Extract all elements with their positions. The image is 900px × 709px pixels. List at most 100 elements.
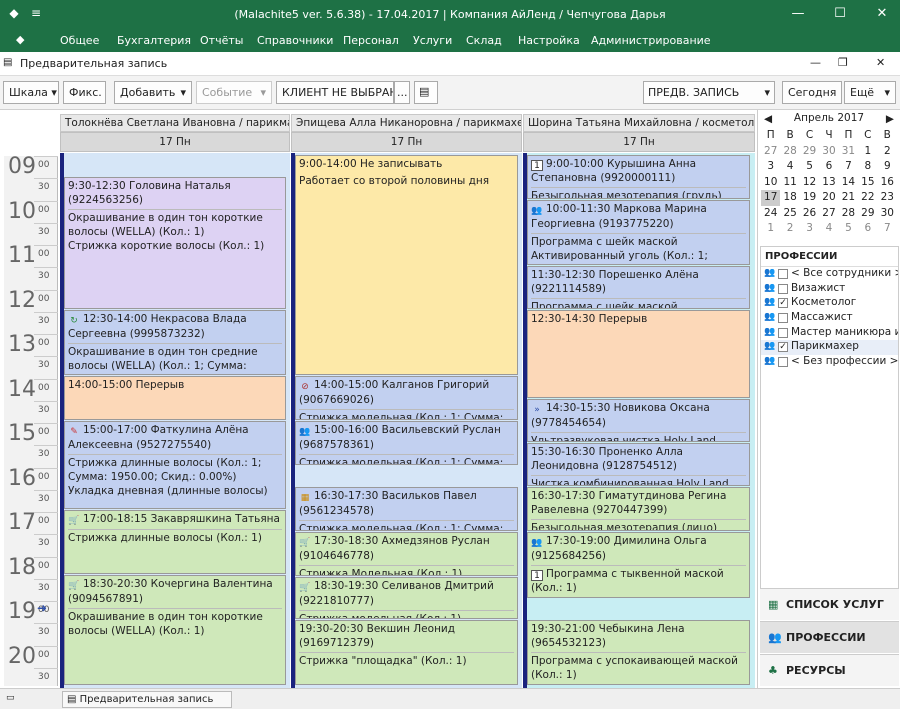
appointment[interactable]: 👥 15:00-16:00 Васильевский Руслан (968757… (295, 421, 518, 465)
calendar-day[interactable]: 19 (800, 190, 819, 206)
appointment[interactable]: » 14:30-15:30 Новикова Оксана (9778454654… (527, 399, 750, 442)
calendar-day[interactable]: 6 (819, 159, 838, 175)
calendar-day[interactable]: 3 (761, 159, 780, 175)
calendar-day[interactable]: 7 (878, 221, 897, 237)
calendar-day[interactable]: 5 (800, 159, 819, 175)
calendar-day[interactable]: 3 (800, 221, 819, 237)
notes-button[interactable]: ▤ (414, 81, 438, 104)
calendar-day[interactable]: 25 (780, 206, 799, 222)
event-dropdown[interactable]: Событие ▾ (196, 81, 272, 104)
appointment[interactable]: 16:30-17:30 Гиматутдинова Регина Равелев… (527, 487, 750, 531)
appointment[interactable]: 1 9:00-10:00 Курышина Анна Степановна (99… (527, 155, 750, 199)
appointment[interactable]: 9:30-12:30 Головина Наталья (9224563256)… (64, 177, 286, 309)
calendar-day[interactable]: 11 (780, 175, 799, 191)
calendar-day[interactable]: 28 (780, 144, 799, 160)
calendar-day[interactable]: 13 (819, 175, 838, 191)
profession-checkbox[interactable] (778, 269, 788, 279)
calendar-day[interactable]: 27 (819, 206, 838, 222)
menu-settings[interactable]: Настройка (518, 34, 580, 47)
staff-header-3[interactable]: Шорина Татьяна Михайловна / косметолог (523, 114, 755, 132)
profession-checkbox[interactable] (778, 327, 788, 338)
calendar-day[interactable]: 31 (839, 144, 858, 160)
more-button[interactable]: Ещё ▾ (844, 81, 896, 104)
doc-minimize-icon[interactable]: — (810, 56, 821, 69)
scale-button[interactable]: Шкала ▾ (3, 81, 59, 104)
calendar-day[interactable]: 16 (878, 175, 897, 191)
calendar-day[interactable]: 18 (780, 190, 799, 206)
appointment[interactable]: 19:30-20:30 Векшин Леонид (9169712379) С… (295, 620, 518, 685)
profession-checkbox[interactable] (778, 283, 788, 294)
appointment[interactable]: ↻ 12:30-14:00 Некрасова Влада Сергеевна (… (64, 310, 286, 375)
appointment[interactable]: ▦ 16:30-17:30 Васильков Павел (9561234578… (295, 487, 518, 531)
calendar-day[interactable]: 1 (858, 144, 877, 160)
maximize-icon[interactable]: ☐ (830, 6, 850, 24)
calendar-day[interactable]: 22 (858, 190, 877, 206)
calendar-day[interactable]: 7 (839, 159, 858, 175)
calendar-day[interactable]: 29 (858, 206, 877, 222)
calendar-day[interactable]: 5 (839, 221, 858, 237)
calendar-day[interactable]: 9 (878, 159, 897, 175)
calendar-day[interactable]: 10 (761, 175, 780, 191)
calendar-day[interactable]: 29 (800, 144, 819, 160)
appointment[interactable]: ✎ 15:00-17:00 Фаткулина Алёна Алексеевна … (64, 421, 286, 509)
services-list-pane-button[interactable]: ▦ СПИСОК УСЛУГ (760, 588, 899, 620)
menu-staff[interactable]: Персонал (343, 34, 399, 47)
menu-accounting[interactable]: Бухгалтерия (117, 34, 191, 47)
calendar-day[interactable]: 8 (858, 159, 877, 175)
calendar-day[interactable]: 21 (839, 190, 858, 206)
professions-pane-button[interactable]: 👥 ПРОФЕССИИ (760, 621, 899, 653)
next-month-icon[interactable]: ▶ (886, 113, 894, 125)
fix-button[interactable]: Фикс. (63, 81, 106, 104)
break-block[interactable]: 14:00-15:00 Перерыв (64, 376, 286, 420)
menu-directories[interactable]: Справочники (257, 34, 333, 47)
profession-checkbox[interactable] (778, 357, 788, 368)
app-menu-icon[interactable]: ◆ (16, 33, 24, 46)
profession-item[interactable]: 👥 Мастер маникюра и (761, 326, 898, 341)
appointment[interactable]: 19:30-21:00 Чебыкина Лена (9654532123) П… (527, 620, 750, 685)
minimize-icon[interactable]: — (788, 6, 808, 24)
menu-warehouse[interactable]: Склад (466, 34, 502, 47)
profession-item[interactable]: 👥 ✓ Парикмахер (761, 340, 898, 356)
menu-general[interactable]: Общее (60, 34, 99, 47)
calendar-day[interactable]: 12 (800, 175, 819, 191)
doc-close-icon[interactable]: ✕ (876, 56, 885, 69)
calendar-day[interactable]: 26 (800, 206, 819, 222)
prev-month-icon[interactable]: ◀ (764, 113, 772, 125)
break-block[interactable]: 12:30-14:30 Перерыв (527, 310, 750, 398)
profession-checkbox[interactable]: ✓ (778, 342, 788, 353)
calendar-day[interactable]: 23 (878, 190, 897, 206)
close-window-icon[interactable]: ✕ (872, 6, 892, 24)
calendar-day[interactable]: 4 (780, 159, 799, 175)
profession-item[interactable]: 👥 < Все сотрудники > (761, 267, 898, 282)
calendar-day[interactable]: 30 (819, 144, 838, 160)
profession-item[interactable]: 👥 Визажист (761, 282, 898, 297)
profession-checkbox[interactable] (778, 313, 788, 324)
calendar-day[interactable]: 30 (878, 206, 897, 222)
appointment[interactable]: ⊘ 14:00-15:00 Калганов Григорий (90676690… (295, 376, 518, 420)
calendar-day[interactable]: 2 (780, 221, 799, 237)
calendar-day[interactable]: 15 (858, 175, 877, 191)
calendar-day[interactable]: 28 (839, 206, 858, 222)
appointment[interactable]: 🛒 18:30-20:30 Кочергина Валентина (909456… (64, 575, 286, 685)
appointment[interactable]: 11:30-12:30 Порешенко Алёна (9221114589)… (527, 266, 750, 309)
profession-item[interactable]: 👥 Массажист (761, 311, 898, 326)
client-selector[interactable]: КЛИЕНТ НЕ ВЫБРАН▾ (276, 81, 394, 104)
appointment[interactable]: 👥 17:30-19:00 Димилина Ольга (9125684256)… (527, 532, 750, 598)
appointment[interactable]: 🛒 18:30-19:30 Селиванов Дмитрий (92218107… (295, 577, 518, 619)
calendar-day[interactable]: 17 (761, 190, 781, 206)
menu-administration[interactable]: Администрирование (591, 34, 711, 47)
profession-item[interactable]: 👥 < Без профессии > (761, 355, 898, 370)
calendar-day[interactable]: 1 (761, 221, 780, 237)
appointment[interactable]: 🛒 17:00-18:15 Закавряшкина Татьяна Стрижк… (64, 510, 286, 574)
appointment[interactable]: 🛒 17:30-18:30 Ахмедзянов Руслан (91046467… (295, 532, 518, 576)
status-document-tab[interactable]: ▤ Предварительная запись (62, 691, 232, 708)
staff-header-2[interactable]: Эпищева Алла Никаноровна / парикмахер (291, 114, 522, 132)
calendar-day[interactable]: 14 (839, 175, 858, 191)
mode-selector[interactable]: ПРЕДВ. ЗАПИСЬ ▾ (643, 81, 775, 104)
calendar-day[interactable]: 6 (858, 221, 877, 237)
appointment[interactable]: 15:30-16:30 Проненко Алла Леонидовна (91… (527, 443, 750, 486)
profession-item[interactable]: 👥 ✓ Косметолог (761, 296, 898, 311)
appointment[interactable]: 👥 10:00-11:30 Маркова Марина Георгиевна (… (527, 200, 750, 265)
today-button[interactable]: Сегодня (782, 81, 842, 104)
calendar-day[interactable]: 20 (819, 190, 838, 206)
